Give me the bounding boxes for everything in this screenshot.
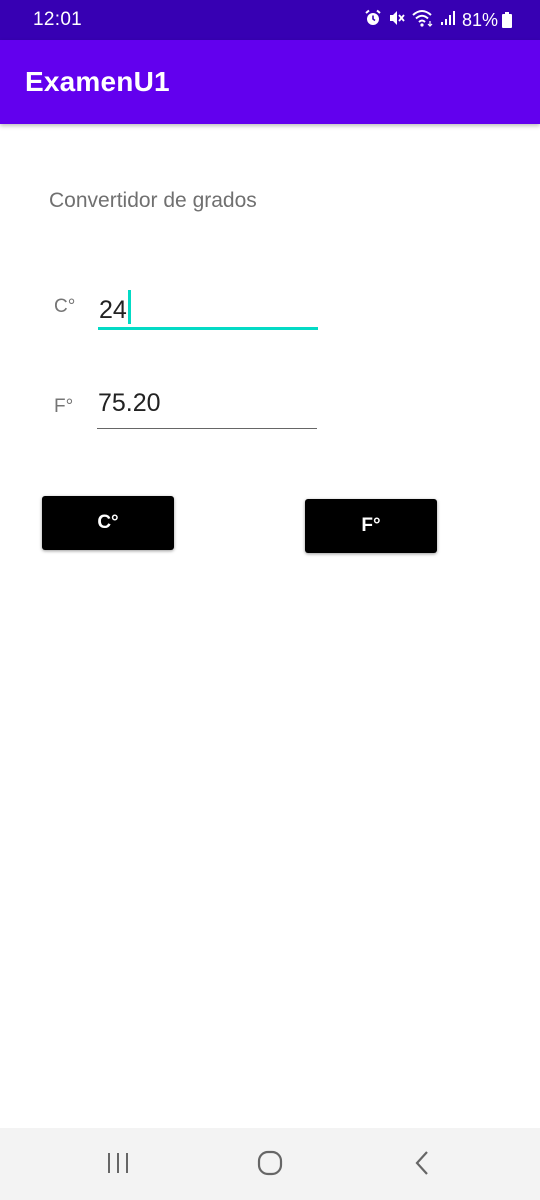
navigation-bar — [0, 1128, 540, 1200]
wifi-icon — [412, 9, 434, 32]
status-time: 12:01 — [33, 9, 83, 30]
status-icons: 81% — [358, 8, 512, 32]
signal-icon — [440, 10, 456, 31]
fahrenheit-label: F° — [54, 396, 74, 417]
celsius-label: C° — [54, 296, 76, 317]
home-icon[interactable] — [250, 1148, 290, 1178]
fahrenheit-value: 75.20 — [98, 389, 161, 417]
text-cursor — [127, 290, 131, 324]
alarm-icon — [364, 9, 382, 32]
app-title: ExamenU1 — [25, 66, 170, 97]
screen: 12:01 81% ExamenU1 Convertidor de grados… — [0, 0, 540, 1200]
back-icon[interactable] — [402, 1148, 442, 1178]
battery-percentage: 81% — [461, 9, 498, 30]
status-bar: 12:01 81% — [0, 0, 540, 40]
app-bar: ExamenU1 — [0, 40, 540, 124]
recents-icon[interactable] — [98, 1148, 138, 1178]
mute-icon — [388, 9, 406, 32]
battery-icon — [502, 12, 512, 28]
celsius-input[interactable]: 24 — [98, 284, 318, 330]
fahrenheit-input[interactable]: 75.20 — [97, 383, 317, 429]
converter-subtitle: Convertidor de grados — [49, 189, 257, 212]
convert-to-celsius-button[interactable]: C° — [42, 496, 174, 550]
convert-to-fahrenheit-button[interactable]: F° — [305, 499, 437, 553]
celsius-value: 24 — [99, 296, 127, 324]
